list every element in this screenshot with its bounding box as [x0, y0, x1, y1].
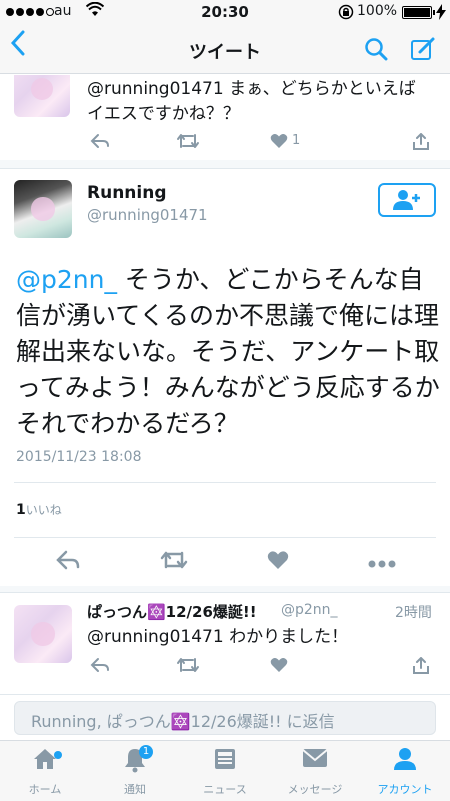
- retweet-icon[interactable]: [176, 657, 200, 678]
- like-icon[interactable]: [270, 657, 288, 678]
- tweet-actions: [0, 656, 450, 681]
- mention-link[interactable]: @p2nn_: [16, 265, 117, 294]
- more-options-icon[interactable]: [368, 552, 396, 573]
- tab-label: メッセージ: [287, 783, 343, 796]
- compose-tweet-button[interactable]: [410, 36, 436, 66]
- status-bar: au 20:30 100%: [0, 0, 450, 24]
- tab-label: アカウント: [377, 783, 433, 796]
- likes-label: いいね: [25, 503, 62, 517]
- avatar[interactable]: [14, 75, 70, 117]
- tweet-timestamp: 2015/11/23 18:08: [16, 449, 142, 465]
- reply-icon[interactable]: [90, 657, 110, 678]
- share-icon[interactable]: [412, 656, 432, 680]
- envelope-icon: [270, 747, 360, 775]
- tweet-actions: [0, 550, 450, 576]
- tweet-text: @running01471 まぁ、どちらかといえば イエスですかね？？: [87, 79, 416, 124]
- tab-label: 通知: [124, 783, 146, 796]
- share-icon[interactable]: [412, 132, 432, 156]
- previous-reply-tweet[interactable]: @running01471 まぁ、どちらかといえば イエスですかね？？ 1: [0, 75, 450, 170]
- avatar[interactable]: [14, 605, 72, 663]
- tab-news[interactable]: ニュース: [180, 741, 270, 801]
- reply-username[interactable]: @p2nn_: [281, 602, 338, 618]
- tab-label: ホーム: [28, 783, 62, 796]
- tab-label: ニュース: [203, 783, 247, 796]
- tweet-text: @running01471 わかりました！: [87, 627, 349, 647]
- compose-icon: [411, 37, 435, 60]
- reply-time: 2時間: [395, 605, 432, 621]
- tab-account[interactable]: アカウント: [360, 741, 450, 801]
- tab-home[interactable]: ホーム: [0, 741, 90, 801]
- reply-display-name[interactable]: ぱっつん🔯12/26爆誕!!: [87, 601, 257, 622]
- navigation-bar: ツイート: [0, 24, 450, 74]
- reply-icon[interactable]: [90, 133, 110, 154]
- search-icon: [365, 38, 388, 61]
- author-display-name[interactable]: Running: [87, 183, 167, 203]
- follow-button[interactable]: [378, 183, 436, 217]
- likes-summary[interactable]: 1いいね: [16, 501, 62, 518]
- news-icon: [180, 747, 270, 777]
- charging-icon: [436, 4, 446, 23]
- unread-dot: [54, 751, 62, 759]
- likes-count: 1: [16, 502, 26, 518]
- home-icon: [0, 747, 90, 777]
- like-icon[interactable]: [270, 133, 288, 154]
- tab-bar: ホーム 1 通知 ニュース メッセージ アカウント: [0, 740, 450, 801]
- reply-input[interactable]: Running, ぱっつん🔯12/26爆誕!! に返信: [14, 701, 436, 735]
- bell-icon: [90, 747, 180, 779]
- notification-badge: 1: [139, 745, 153, 759]
- like-count: 1: [292, 133, 301, 148]
- retweet-icon[interactable]: [160, 550, 188, 575]
- person-icon: [360, 747, 450, 777]
- author-username[interactable]: @running01471: [87, 206, 208, 224]
- reply-tweet[interactable]: ぱっつん🔯12/26爆誕!! @p2nn_ 2時間 @running01471 …: [0, 593, 450, 693]
- tweet-actions: 1: [0, 132, 450, 157]
- battery-percent: 100%: [357, 3, 398, 19]
- like-icon[interactable]: [267, 550, 289, 575]
- tweet-body: @p2nn_ そうか、どこからそんな自信が湧いてくるのか不思議で俺には理解出来な…: [16, 262, 441, 442]
- search-button[interactable]: [364, 37, 388, 65]
- retweet-icon[interactable]: [176, 133, 200, 154]
- tab-notifications[interactable]: 1 通知: [90, 741, 180, 801]
- author-avatar[interactable]: [14, 180, 72, 238]
- reply-icon[interactable]: [56, 550, 80, 575]
- battery-icon: [402, 6, 432, 19]
- rotation-lock-icon: [338, 4, 354, 24]
- tab-messages[interactable]: メッセージ: [270, 741, 360, 801]
- follow-user-icon: [393, 190, 420, 210]
